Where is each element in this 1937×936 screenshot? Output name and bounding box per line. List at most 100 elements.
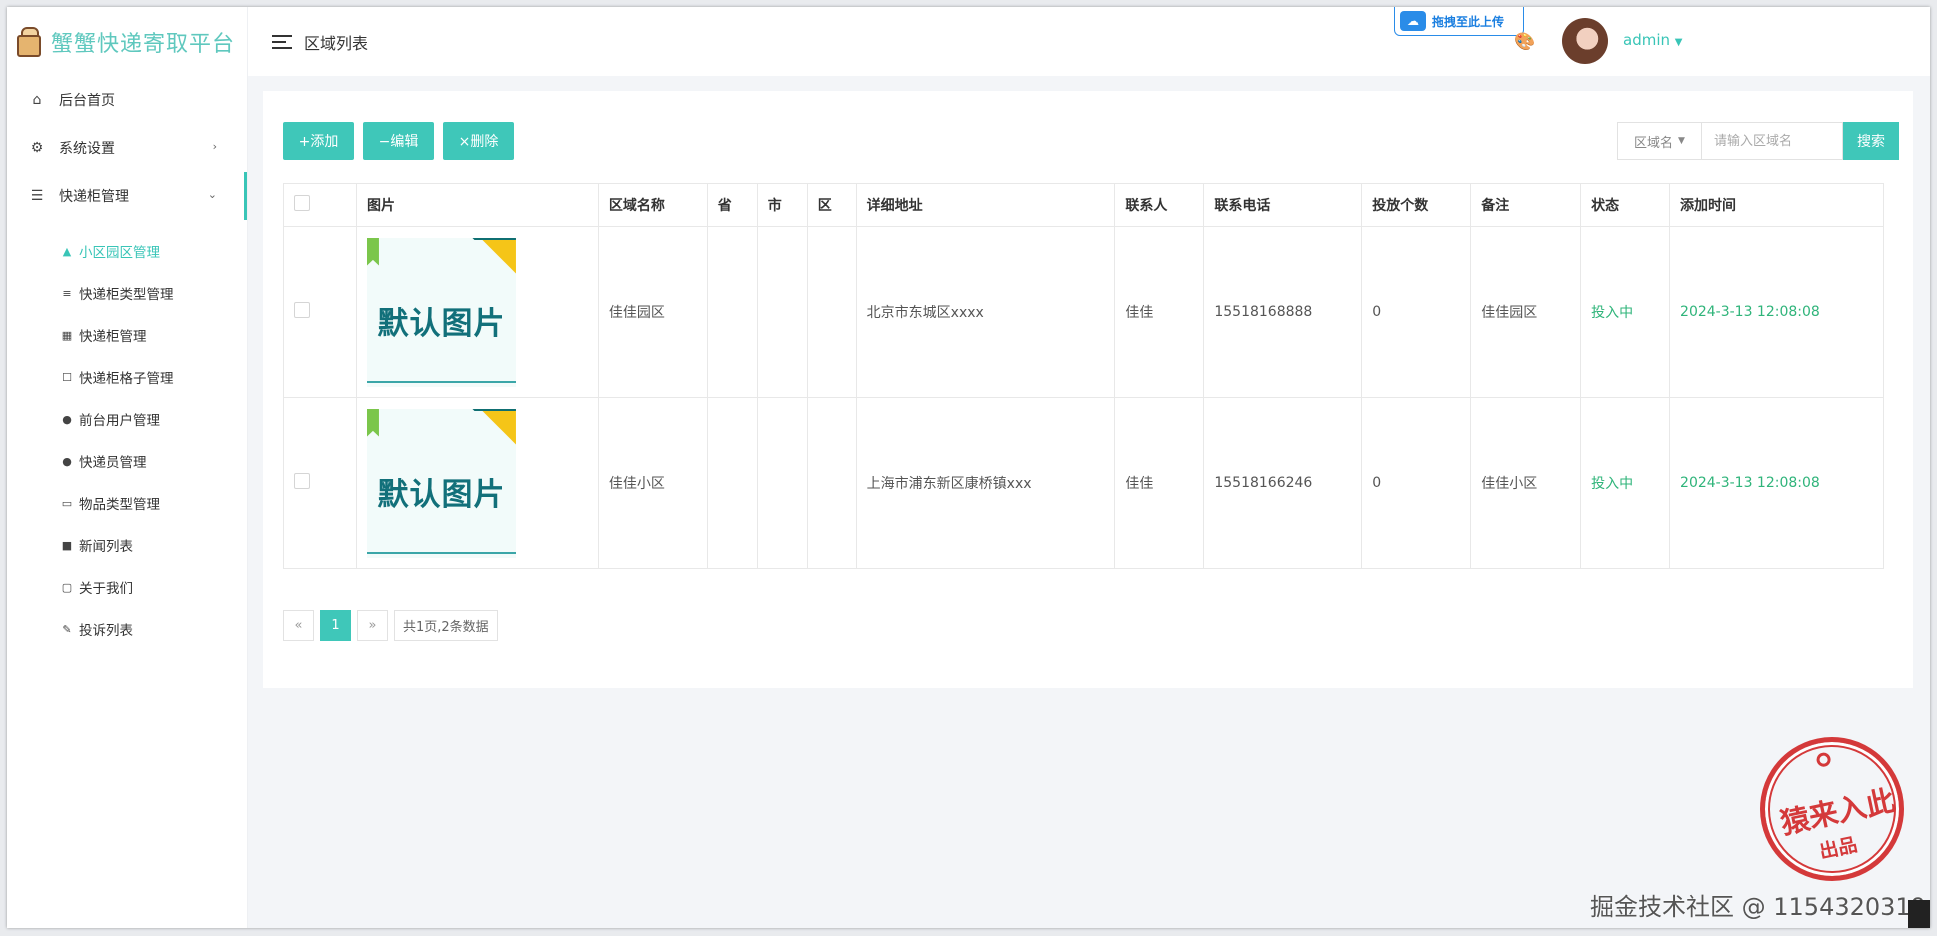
square-icon: ☐ (62, 370, 72, 384)
hamburger-menu-icon[interactable] (272, 34, 292, 49)
row-select-cell (283, 226, 357, 398)
avatar[interactable] (1562, 18, 1608, 64)
thumbnail-text: 默认图片 (377, 305, 506, 342)
sidebar-item-item-types[interactable]: ▭ 物品类型管理 (7, 482, 247, 524)
search-field-select[interactable]: 区域名 ▼ (1617, 122, 1701, 160)
city-cell (756, 226, 808, 398)
comment-icon: ▢ (61, 580, 73, 594)
sidebar-item-home[interactable]: ⌂ 后台首页 (7, 76, 247, 124)
select-all-checkbox[interactable] (294, 195, 310, 211)
count-cell: 0 (1361, 226, 1472, 398)
palette-icon[interactable]: 🎨 (1514, 32, 1535, 52)
area-name-cell: 佳佳小区 (597, 397, 708, 569)
sidebar-item-label: 关于我们 (79, 581, 133, 597)
upload-drop-zone[interactable]: ☁ 拖拽至此上传 (1394, 7, 1524, 36)
search-button[interactable]: 搜索 (1843, 122, 1899, 160)
corner-resize-handle[interactable] (1908, 900, 1930, 928)
default-image-thumbnail[interactable]: 默认图片 (366, 408, 516, 558)
status-cell: 投入中 (1580, 397, 1671, 569)
caret-down-icon: ▼ (1678, 136, 1685, 146)
delete-button[interactable]: ×删除 (443, 122, 514, 160)
sidebar-item-label: 快递柜管理 (59, 189, 129, 205)
sidebar-item-locker-cells[interactable]: ☐ 快递柜格子管理 (7, 356, 247, 398)
cloud-upload-icon: ☁ (1400, 11, 1426, 31)
sidebar-item-label: 快递柜管理 (79, 329, 147, 345)
phone-cell: 15518168888 (1203, 226, 1363, 398)
column-header: 省 (706, 183, 758, 227)
column-header: 市 (756, 183, 808, 227)
select-all-cell (283, 183, 357, 227)
sidebar-item-label: 物品类型管理 (79, 497, 160, 513)
province-cell (706, 226, 758, 398)
sidebar-submenu: ▲ 小区园区管理 ≡ 快递柜类型管理 ▦ 快递柜管理 ☐ 快递柜格子管理 ● 前… (7, 220, 247, 650)
count-cell: 0 (1361, 397, 1472, 569)
district-cell (806, 226, 857, 398)
column-header: 状态 (1580, 183, 1671, 227)
image-cell: 默认图片 (355, 226, 599, 398)
app-window: 蟹蟹快递寄取平台 ⌂ 后台首页 ⚙ 系统设置 › ☰ 快递柜管理 ⌄ ▲ 小区园… (7, 7, 1930, 928)
folder-icon: ▭ (61, 496, 73, 510)
sidebar-item-news[interactable]: ■ 新闻列表 (7, 524, 247, 566)
brand-title: 蟹蟹快递寄取平台 (51, 31, 236, 57)
default-image-thumbnail[interactable]: 默认图片 (366, 237, 516, 387)
watermark-stamp: 猿来入此 出品 (1746, 723, 1918, 895)
row-checkbox[interactable] (294, 473, 310, 489)
thumbnail-text: 默认图片 (377, 476, 506, 513)
sidebar-item-label: 快递柜类型管理 (79, 287, 174, 303)
table-row[interactable]: 默认图片 佳佳小区 上海市浦东新区康桥镇xxx 佳佳 15518166246 0… (283, 397, 1884, 569)
chevron-down-icon: ⌄ (207, 188, 217, 201)
sidebar-menu: ⌂ 后台首页 ⚙ 系统设置 › ☰ 快递柜管理 ⌄ (7, 76, 247, 220)
table-header-row: 图片 区域名称 省 市 区 详细地址 联系人 联系电话 投放个数 备注 状态 添… (283, 183, 1884, 227)
search-input[interactable] (1701, 122, 1843, 160)
gear-icon: ⚙ (30, 140, 44, 156)
user-name: admin (1623, 31, 1670, 49)
column-header: 图片 (355, 183, 599, 227)
sidebar-item-community[interactable]: ▲ 小区园区管理 (7, 230, 247, 272)
pagination: « 1 » 共1页,2条数据 (283, 610, 498, 641)
table-row[interactable]: 默认图片 佳佳园区 北京市东城区xxxx 佳佳 15518168888 0 佳佳… (283, 226, 1884, 398)
added-time-cell: 2024-3-13 12:08:08 (1669, 226, 1884, 398)
sidebar-item-label: 新闻列表 (79, 539, 133, 555)
column-header: 区 (806, 183, 857, 227)
edit-button[interactable]: −编辑 (363, 122, 434, 160)
row-checkbox[interactable] (294, 302, 310, 318)
column-header: 区域名称 (597, 183, 708, 227)
content-card: +添加 −编辑 ×删除 区域名 ▼ 搜索 图片 区域名称 (263, 91, 1913, 688)
status-cell: 投入中 (1580, 226, 1671, 398)
sidebar-item-lockers[interactable]: ▦ 快递柜管理 (7, 314, 247, 356)
column-header: 联系人 (1114, 183, 1205, 227)
address-cell: 上海市浦东新区康桥镇xxx (855, 397, 1116, 569)
sidebar-item-label: 系统设置 (59, 141, 115, 157)
sidebar-item-locker-management[interactable]: ☰ 快递柜管理 ⌄ (7, 172, 247, 220)
user-icon: ● (62, 454, 72, 468)
list-icon: ☰ (30, 188, 44, 204)
sidebar-item-settings[interactable]: ⚙ 系统设置 › (7, 124, 247, 172)
sidebar-item-label: 快递柜格子管理 (79, 371, 174, 387)
pagination-prev-button[interactable]: « (283, 610, 314, 641)
brand-logo-icon (15, 25, 45, 59)
add-button[interactable]: +添加 (283, 122, 354, 160)
home-icon: ⌂ (32, 92, 42, 108)
remark-cell: 佳佳园区 (1470, 226, 1582, 398)
added-time-cell: 2024-3-13 12:08:08 (1669, 397, 1884, 569)
sidebar-item-locker-types[interactable]: ≡ 快递柜类型管理 (7, 272, 247, 314)
sidebar-item-about[interactable]: ▢ 关于我们 (7, 566, 247, 608)
sidebar-item-label: 前台用户管理 (79, 413, 160, 429)
sidebar-item-front-users[interactable]: ● 前台用户管理 (7, 398, 247, 440)
sidebar-item-label: 快递员管理 (79, 455, 147, 471)
contact-cell: 佳佳 (1114, 397, 1205, 569)
contact-cell: 佳佳 (1114, 226, 1205, 398)
triangle-icon: ▲ (62, 244, 72, 258)
pagination-next-button[interactable]: » (357, 610, 388, 641)
user-menu[interactable]: admin ▼ (1623, 31, 1682, 49)
province-cell (706, 397, 758, 569)
keyboard-icon: ▦ (61, 328, 73, 342)
brand[interactable]: 蟹蟹快递寄取平台 (7, 7, 247, 76)
area-table: 图片 区域名称 省 市 区 详细地址 联系人 联系电话 投放个数 备注 状态 添… (283, 183, 1884, 569)
search-group: 区域名 ▼ 搜索 (1617, 122, 1899, 160)
caret-down-icon: ▼ (1674, 37, 1683, 48)
sidebar-item-complaints[interactable]: ✎ 投诉列表 (7, 608, 247, 650)
pagination-page-1[interactable]: 1 (320, 610, 351, 641)
sidebar-item-label: 投诉列表 (79, 623, 133, 639)
sidebar-item-couriers[interactable]: ● 快递员管理 (7, 440, 247, 482)
